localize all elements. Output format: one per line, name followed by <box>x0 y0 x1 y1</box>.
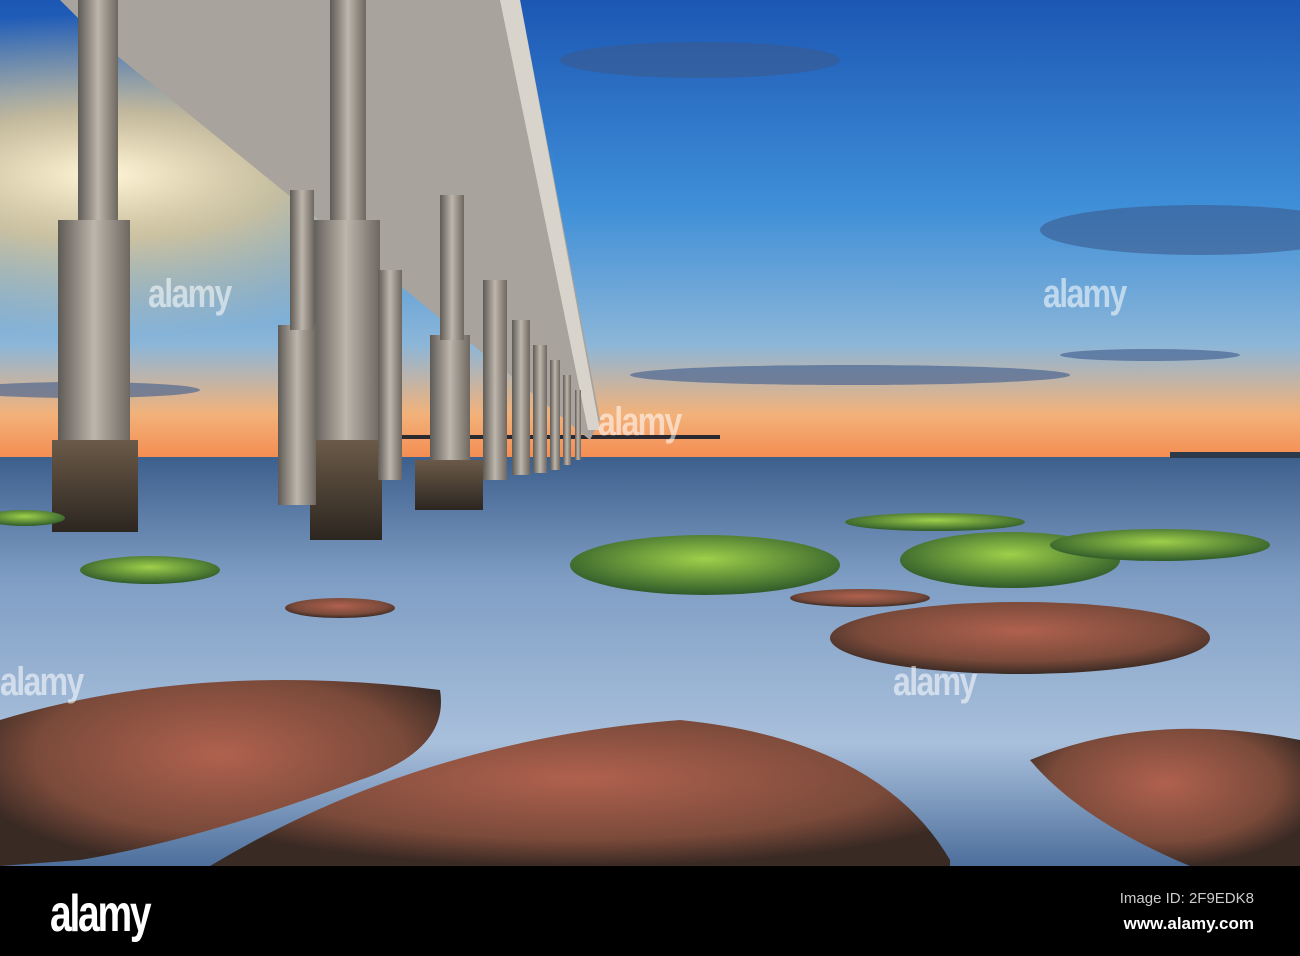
watermark: alamy <box>598 400 682 444</box>
alamy-logo: alamy <box>50 885 152 943</box>
watermark: alamy <box>893 660 977 704</box>
watermark: alamy <box>148 272 232 316</box>
image-id: Image ID: 2F9EDK8 <box>1119 890 1254 907</box>
watermark: alamy <box>0 660 84 704</box>
footer-bar: alamy Image ID: 2F9EDK8 www.alamy.com <box>0 866 1300 956</box>
photo: alamy alamy alamy alamy alamy <box>0 0 1300 866</box>
jetty <box>1170 452 1300 458</box>
website-link: www.alamy.com <box>1123 914 1254 933</box>
watermark: alamy <box>1043 272 1127 316</box>
